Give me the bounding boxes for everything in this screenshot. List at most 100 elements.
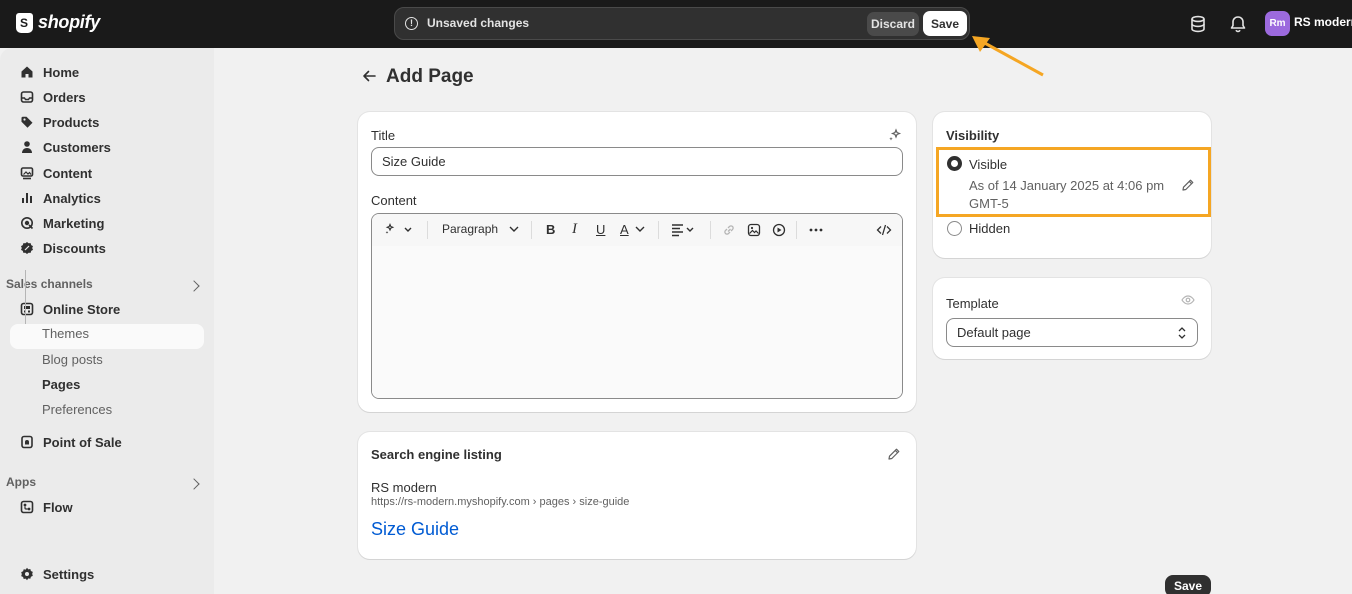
sidebar-item-blog-posts[interactable]: Blog posts [42, 352, 103, 367]
annotation-highlight-box [936, 147, 1211, 217]
bottom-save-button[interactable]: Save [1165, 575, 1211, 594]
template-heading: Template [946, 296, 999, 311]
italic-icon[interactable]: I [572, 221, 577, 238]
shopify-wordmark: shopify [38, 12, 100, 32]
avatar[interactable]: Rm [1265, 11, 1290, 36]
pencil-icon[interactable] [887, 447, 901, 461]
insert-image-icon[interactable] [747, 223, 761, 237]
sidebar-item-label: Flow [43, 499, 73, 515]
gear-icon [21, 567, 33, 581]
store-name[interactable]: RS modern [1294, 15, 1352, 29]
link-icon[interactable] [722, 223, 736, 237]
hidden-radio[interactable] [947, 221, 962, 236]
pos-icon [21, 435, 33, 449]
sidebar-item-label: Point of Sale [43, 434, 122, 450]
bar-chart-icon [22, 193, 32, 203]
align-left-icon[interactable] [671, 223, 699, 237]
bell-icon[interactable] [1228, 14, 1248, 34]
seo-heading: Search engine listing [371, 447, 502, 462]
sidebar-item-label: Orders [43, 89, 86, 105]
text-color-icon[interactable]: A [620, 222, 629, 237]
seo-url: https://rs-modern.myshopify.com › pages … [371, 496, 630, 508]
sidebar-item-label: Content [43, 165, 93, 181]
unsaved-changes-text: Unsaved changes [427, 16, 530, 30]
content-label: Content [371, 193, 417, 208]
sidebar-item-preferences[interactable]: Preferences [42, 402, 112, 417]
sidebar-item-content[interactable]: Content [10, 161, 204, 185]
editor-text-area[interactable] [372, 246, 902, 398]
toolbar-divider [658, 221, 659, 239]
more-icon[interactable] [809, 227, 823, 233]
code-icon[interactable] [876, 223, 892, 237]
sidebar-item-label: Customers [43, 139, 111, 155]
person-icon [22, 141, 32, 153]
title-input[interactable]: Size Guide [371, 147, 903, 176]
template-selected-value: Default page [957, 325, 1031, 340]
hidden-label[interactable]: Hidden [969, 221, 1010, 236]
sidebar-item-marketing[interactable]: Marketing [10, 211, 204, 235]
seo-store-name: RS modern [371, 480, 437, 495]
sidebar-item-point-of-sale[interactable]: Point of Sale [10, 430, 204, 454]
page-title: Add Page [386, 66, 474, 87]
sparkle-icon[interactable] [888, 128, 902, 142]
database-icon[interactable] [1188, 14, 1208, 34]
toolbar-divider [427, 221, 428, 239]
back-arrow-icon[interactable] [361, 67, 377, 85]
sidebar-item-home[interactable]: Home [10, 60, 204, 84]
sidebar-item-orders[interactable]: Orders [10, 85, 204, 109]
annotation-arrow [972, 36, 1044, 77]
paragraph-select[interactable]: Paragraph [442, 222, 498, 236]
eye-icon[interactable] [1181, 294, 1195, 306]
info-icon: ! [405, 17, 418, 30]
title-label: Title [371, 128, 396, 143]
discount-icon [21, 242, 33, 254]
toolbar-divider [710, 221, 711, 239]
chevron-down-icon[interactable] [635, 225, 645, 233]
seo-card: Search engine listing RS modern https://… [358, 432, 916, 559]
sidebar-item-flow[interactable]: Flow [10, 495, 204, 519]
inbox-icon [20, 91, 34, 103]
sidebar-item-label: Analytics [43, 190, 101, 206]
seo-title: Size Guide [371, 519, 460, 539]
sidebar-item-discounts[interactable]: Discounts [10, 236, 204, 260]
image-icon [20, 167, 34, 180]
sidebar-item-pages[interactable]: Pages [42, 377, 80, 392]
sidebar-active-highlight [10, 324, 204, 349]
home-icon [21, 66, 33, 78]
sidebar-item-customers[interactable]: Customers [10, 135, 204, 159]
select-chevrons-icon [1178, 327, 1186, 339]
insert-video-icon[interactable] [772, 223, 786, 237]
discard-button[interactable]: Discard [867, 12, 919, 36]
page-content-card: Title Size Guide Content Paragraph B I U… [358, 112, 916, 412]
sidebar-item-label: Products [43, 114, 100, 130]
visibility-heading: Visibility [946, 128, 1000, 143]
editor-toolbar: Paragraph B I U A [372, 214, 902, 246]
sidebar-item-online-store[interactable]: Online Store [10, 297, 204, 321]
ai-magic-icon[interactable] [384, 223, 412, 237]
toolbar-divider [796, 221, 797, 239]
sidebar-item-analytics[interactable]: Analytics [10, 186, 204, 210]
content-editor: Paragraph B I U A [371, 213, 903, 399]
shopify-logo[interactable]: shopify [16, 12, 100, 33]
top-bar: shopify ! Unsaved changes Discard Save R… [0, 0, 1352, 48]
sales-channels-label: Sales channels [6, 277, 93, 291]
sidebar-item-label: Online Store [43, 301, 121, 317]
unsaved-changes-bar: ! Unsaved changes Discard Save [394, 7, 970, 40]
shopify-bag-icon [16, 12, 33, 33]
target-icon [21, 217, 34, 230]
template-card: Template Default page [933, 278, 1211, 359]
sidebar-item-settings[interactable]: Settings [10, 562, 204, 586]
sidebar-item-label: Discounts [43, 240, 106, 256]
bold-icon[interactable]: B [546, 222, 555, 237]
template-select[interactable]: Default page [946, 318, 1198, 347]
underline-icon[interactable]: U [596, 222, 605, 237]
save-button[interactable]: Save [923, 11, 967, 36]
sidebar-item-themes[interactable]: Themes [42, 326, 89, 341]
sidebar-item-label: Settings [43, 566, 95, 582]
tag-icon [21, 116, 33, 128]
chevron-down-icon[interactable] [509, 225, 519, 233]
sidebar-item-label: Home [43, 64, 80, 80]
sidebar-item-products[interactable]: Products [10, 110, 204, 134]
toolbar-divider [531, 221, 532, 239]
apps-label: Apps [6, 475, 36, 489]
